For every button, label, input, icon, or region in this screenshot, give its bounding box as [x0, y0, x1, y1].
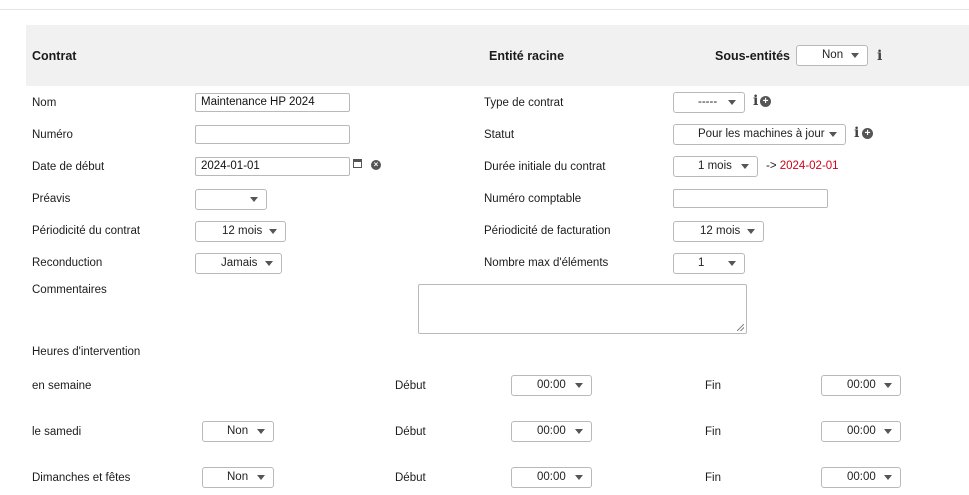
accounting-number-field[interactable] — [673, 189, 828, 208]
info-icon[interactable]: i — [753, 94, 758, 108]
saturday-enabled-value: Non — [227, 425, 249, 437]
initial-duration-select[interactable]: 1 mois — [673, 156, 758, 177]
number-field[interactable] — [195, 125, 350, 144]
add-circle-icon[interactable]: + — [760, 96, 771, 107]
name-field[interactable]: Maintenance HP 2024 — [195, 93, 350, 112]
end-label: Fin — [705, 426, 721, 438]
number-label: Numéro — [32, 129, 73, 141]
root-entity-title: Entité racine — [489, 49, 565, 63]
name-label: Nom — [32, 97, 57, 109]
chevron-down-icon — [575, 429, 583, 434]
comments-textarea[interactable] — [418, 284, 747, 334]
max-items-value: 1 — [698, 257, 705, 269]
sunday-start-select[interactable]: 00:00 — [511, 467, 592, 488]
sub-entities-label: Sous-entités — [715, 49, 791, 63]
saturday-end-select[interactable]: 00:00 — [821, 421, 901, 442]
chevron-down-icon — [265, 261, 273, 266]
chevron-down-icon — [728, 100, 736, 105]
chevron-down-icon — [884, 429, 892, 434]
sunday-enabled-value: Non — [227, 471, 249, 483]
end-date-display: -> 2024-02-01 — [766, 160, 839, 172]
end-label: Fin — [705, 472, 721, 484]
top-divider — [0, 9, 969, 10]
sunday-enabled-select[interactable]: Non — [202, 467, 274, 488]
weekday-start-value: 00:00 — [537, 379, 566, 391]
chevron-down-icon — [851, 53, 859, 58]
end-date-arrow: -> — [766, 160, 777, 172]
saturday-start-value: 00:00 — [537, 425, 566, 437]
billing-period-label: Périodicité de facturation — [484, 225, 611, 237]
chevron-down-icon — [747, 229, 755, 234]
sub-entities-value: Non — [822, 49, 844, 61]
initial-duration-value: 1 mois — [698, 160, 732, 172]
status-value: Pour les machines à jour — [698, 128, 825, 140]
initial-duration-label: Durée initiale du contrat — [484, 161, 606, 173]
clear-date-icon[interactable]: × — [371, 160, 381, 170]
chevron-down-icon — [269, 229, 277, 234]
sunday-start-value: 00:00 — [537, 471, 566, 483]
end-date-value: 2024-02-01 — [779, 160, 839, 172]
contract-type-select[interactable]: ----- — [673, 92, 745, 113]
max-items-select[interactable]: 1 — [673, 253, 745, 274]
calendar-icon[interactable] — [353, 158, 364, 169]
chevron-down-icon — [575, 383, 583, 388]
renewal-label: Reconduction — [32, 257, 103, 269]
renewal-value: Jamais — [221, 257, 258, 269]
intervention-hours-title: Heures d'intervention — [32, 346, 141, 358]
comments-label: Commentaires — [32, 284, 107, 296]
start-label: Début — [395, 426, 426, 438]
notice-select[interactable] — [195, 189, 267, 210]
contract-period-label: Périodicité du contrat — [32, 225, 141, 237]
weekday-end-select[interactable]: 00:00 — [821, 375, 901, 396]
contract-period-select[interactable]: 12 mois — [195, 221, 286, 242]
chevron-down-icon — [257, 429, 265, 434]
contract-type-value: ----- — [698, 96, 718, 108]
chevron-down-icon — [728, 261, 736, 266]
add-circle-icon[interactable]: + — [862, 128, 873, 139]
hours-row-label: le samedi — [32, 426, 82, 438]
start-date-label: Date de début — [32, 161, 105, 173]
sunday-end-select[interactable]: 00:00 — [821, 467, 901, 488]
saturday-enabled-select[interactable]: Non — [202, 421, 274, 442]
contract-period-value: 12 mois — [222, 225, 263, 237]
contract-title: Contrat — [32, 49, 77, 63]
saturday-end-value: 00:00 — [847, 425, 876, 437]
hours-row-label: Dimanches et fêtes — [32, 472, 131, 484]
weekday-start-select[interactable]: 00:00 — [511, 375, 592, 396]
chevron-down-icon — [741, 164, 749, 169]
contract-type-label: Type de contrat — [484, 97, 564, 109]
chevron-down-icon — [829, 132, 837, 137]
chevron-down-icon — [884, 383, 892, 388]
max-items-label: Nombre max d'éléments — [484, 257, 609, 269]
billing-period-value: 12 mois — [700, 225, 741, 237]
weekday-end-value: 00:00 — [847, 379, 876, 391]
chevron-down-icon — [257, 475, 265, 480]
end-label: Fin — [705, 380, 721, 392]
status-select[interactable]: Pour les machines à jour — [673, 124, 846, 145]
info-icon[interactable]: i — [877, 49, 882, 63]
chevron-down-icon — [884, 475, 892, 480]
start-date-field[interactable]: 2024-01-01 — [195, 157, 350, 176]
status-label: Statut — [484, 129, 515, 141]
sunday-end-value: 00:00 — [847, 471, 876, 483]
chevron-down-icon — [575, 475, 583, 480]
chevron-down-icon — [250, 197, 258, 202]
hours-row-label: en semaine — [32, 380, 92, 392]
accounting-number-label: Numéro comptable — [484, 193, 582, 205]
renewal-select[interactable]: Jamais — [195, 253, 282, 274]
resize-handle-icon[interactable] — [737, 324, 744, 331]
info-icon[interactable]: i — [854, 126, 859, 140]
notice-label: Préavis — [32, 193, 71, 205]
sub-entities-select[interactable]: Non — [796, 45, 868, 66]
start-label: Début — [395, 472, 426, 484]
start-label: Début — [395, 380, 426, 392]
billing-period-select[interactable]: 12 mois — [673, 221, 764, 242]
saturday-start-select[interactable]: 00:00 — [511, 421, 592, 442]
